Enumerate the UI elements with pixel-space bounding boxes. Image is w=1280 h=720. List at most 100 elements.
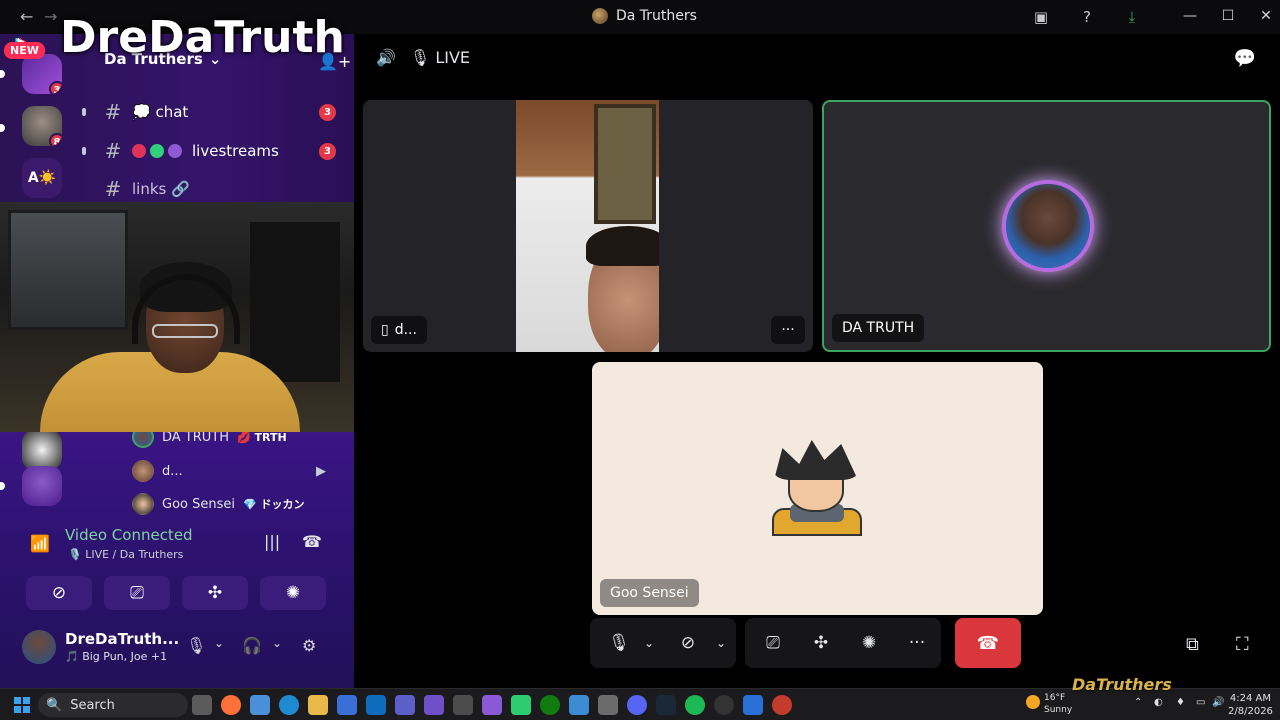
headphones-icon[interactable]: 🎧 [242, 636, 262, 655]
red-circle-icon [132, 144, 146, 158]
brave-icon[interactable] [772, 695, 792, 715]
unread-pill [0, 70, 5, 78]
server-icon-5[interactable] [22, 466, 62, 506]
task-view-icon[interactable] [192, 695, 212, 715]
voice-member[interactable]: d... [132, 460, 183, 482]
tray-icon[interactable]: ◐ [1154, 697, 1163, 708]
app-icon[interactable] [743, 695, 763, 715]
windows-start-icon[interactable] [14, 697, 30, 713]
background-door [250, 222, 340, 382]
participant-video [516, 100, 659, 352]
video-tile-participant-2[interactable]: DA TRUTH [822, 100, 1271, 352]
volume-icon[interactable]: 🔊 [1212, 697, 1224, 708]
more-options-button[interactable]: ··· [893, 618, 941, 668]
xbox-icon[interactable] [540, 695, 560, 715]
screen-share-button[interactable]: ⎚ [104, 576, 170, 610]
chevron-down-icon[interactable]: ⌄ [638, 618, 660, 668]
photos-icon[interactable] [569, 695, 589, 715]
pop-out-icon[interactable]: ⧉ [1186, 634, 1199, 655]
hash-icon: # [104, 177, 122, 201]
teams-icon[interactable] [395, 695, 415, 715]
chevron-down-icon[interactable]: ⌄ [272, 636, 282, 650]
screen-share-button[interactable]: ⎚ [749, 618, 797, 668]
download-icon[interactable]: ⤓ [1121, 6, 1143, 28]
back-arrow-icon[interactable]: ← [20, 7, 33, 26]
app-icon[interactable] [453, 695, 473, 715]
effects-button[interactable]: ✺ [260, 576, 326, 610]
voice-channel-label: 🎙 LIVE [409, 48, 471, 67]
server-label: A☀️ [27, 170, 57, 186]
speaker-icon[interactable]: 🔊 [376, 48, 396, 67]
activities-button[interactable]: ✣ [182, 576, 248, 610]
file-explorer-icon[interactable] [308, 695, 328, 715]
soundboard-icon[interactable]: ||| [264, 532, 280, 551]
activities-button[interactable]: ✣ [797, 618, 845, 668]
weather-widget[interactable]: 16°F Sunny [1044, 692, 1072, 716]
spotify-icon[interactable] [685, 695, 705, 715]
search-placeholder: Search [70, 697, 115, 713]
obs-icon[interactable] [714, 695, 734, 715]
camera-off-button[interactable]: ⊘ [666, 618, 710, 668]
store-icon[interactable] [337, 695, 357, 715]
video-tile-participant-1[interactable]: ▯ d... ··· [363, 100, 813, 352]
streamer-webcam-overlay [0, 202, 354, 432]
purple-circle-icon [168, 144, 182, 158]
chevron-down-icon[interactable]: ⌄ [214, 636, 224, 650]
chevron-down-icon[interactable]: ⌄ [710, 618, 732, 668]
sun-icon [1026, 695, 1040, 709]
maximize-button[interactable]: ☐ [1214, 5, 1242, 27]
member-name: d... [162, 463, 183, 479]
tray-icon[interactable]: ♦ [1176, 697, 1185, 708]
username[interactable]: DreDaTruth... [65, 630, 179, 648]
server-icon-4[interactable] [22, 430, 62, 470]
video-tile-participant-3[interactable]: Goo Sensei [592, 362, 1043, 615]
unread-pill [0, 124, 5, 132]
steam-icon[interactable] [656, 695, 676, 715]
system-clock[interactable]: 4:24 AM 2/8/2026 [1228, 692, 1273, 718]
picture-frame [594, 104, 656, 224]
participant-label: DA TRUTH [832, 314, 925, 342]
server-icon-3[interactable]: A☀️ [22, 158, 62, 198]
fullscreen-icon[interactable]: ⛶ [1236, 634, 1249, 655]
forward-arrow-icon[interactable]: → [44, 7, 57, 26]
call-header: 🔊 🎙 LIVE [376, 48, 470, 67]
chat-bubble-icon[interactable]: 💬 [1234, 48, 1256, 69]
app-icon[interactable] [482, 695, 502, 715]
app-icon[interactable] [424, 695, 444, 715]
camera-off-button[interactable]: ⊘ [26, 576, 92, 610]
copilot-icon[interactable] [250, 695, 270, 715]
voice-status-title[interactable]: Video Connected [65, 526, 193, 544]
app-icon[interactable] [511, 695, 531, 715]
avatar [132, 460, 154, 482]
settings-icon[interactable] [598, 695, 618, 715]
minimize-button[interactable]: — [1176, 5, 1204, 27]
member-tag: 💋 TRTH [237, 430, 287, 444]
firefox-icon[interactable] [221, 695, 241, 715]
outlook-icon[interactable] [366, 695, 386, 715]
chevron-up-icon[interactable]: ⌃ [1134, 697, 1142, 708]
discord-icon[interactable] [627, 695, 647, 715]
user-panel: DreDaTruth... 🎵 Big Pun, Joe +1 🎙 ⌄ 🎧 ⌄ … [12, 626, 342, 678]
call-area: 🔊 🎙 LIVE 💬 ▯ d... ··· DA TRUTH Goo Sense… [354, 34, 1280, 688]
microphone-icon[interactable]: 🎙 [186, 636, 206, 655]
server-icon-2[interactable]: 8 [22, 106, 62, 146]
gear-icon[interactable]: ⚙ [302, 636, 316, 655]
audio-video-controls: 🎙 ⌄ ⊘ ⌄ [590, 618, 736, 668]
avatar-hair [774, 440, 858, 480]
hang-up-button[interactable]: ☎ [955, 618, 1021, 668]
close-button[interactable]: ✕ [1252, 5, 1280, 27]
channel-chat[interactable]: # 💭 chat 3 [104, 99, 340, 125]
channel-links[interactable]: # links 🔗 [104, 176, 340, 202]
edge-icon[interactable] [279, 695, 299, 715]
soundboard-button[interactable]: ✺ [845, 618, 893, 668]
more-options-button[interactable]: ··· [771, 316, 805, 344]
inbox-icon[interactable]: ▣ [1030, 6, 1052, 28]
display-icon[interactable]: ▭ [1196, 697, 1205, 708]
help-icon[interactable]: ? [1076, 6, 1098, 28]
disconnect-icon[interactable]: ☎ [302, 532, 322, 551]
voice-status-subtitle[interactable]: 🎙️ LIVE / Da Truthers [68, 548, 183, 561]
taskbar-search[interactable]: 🔍 Search [38, 693, 188, 717]
avatar[interactable] [22, 630, 56, 664]
channel-livestreams[interactable]: # livestreams 3 [104, 138, 340, 164]
microphone-button[interactable]: 🎙 [600, 618, 638, 668]
